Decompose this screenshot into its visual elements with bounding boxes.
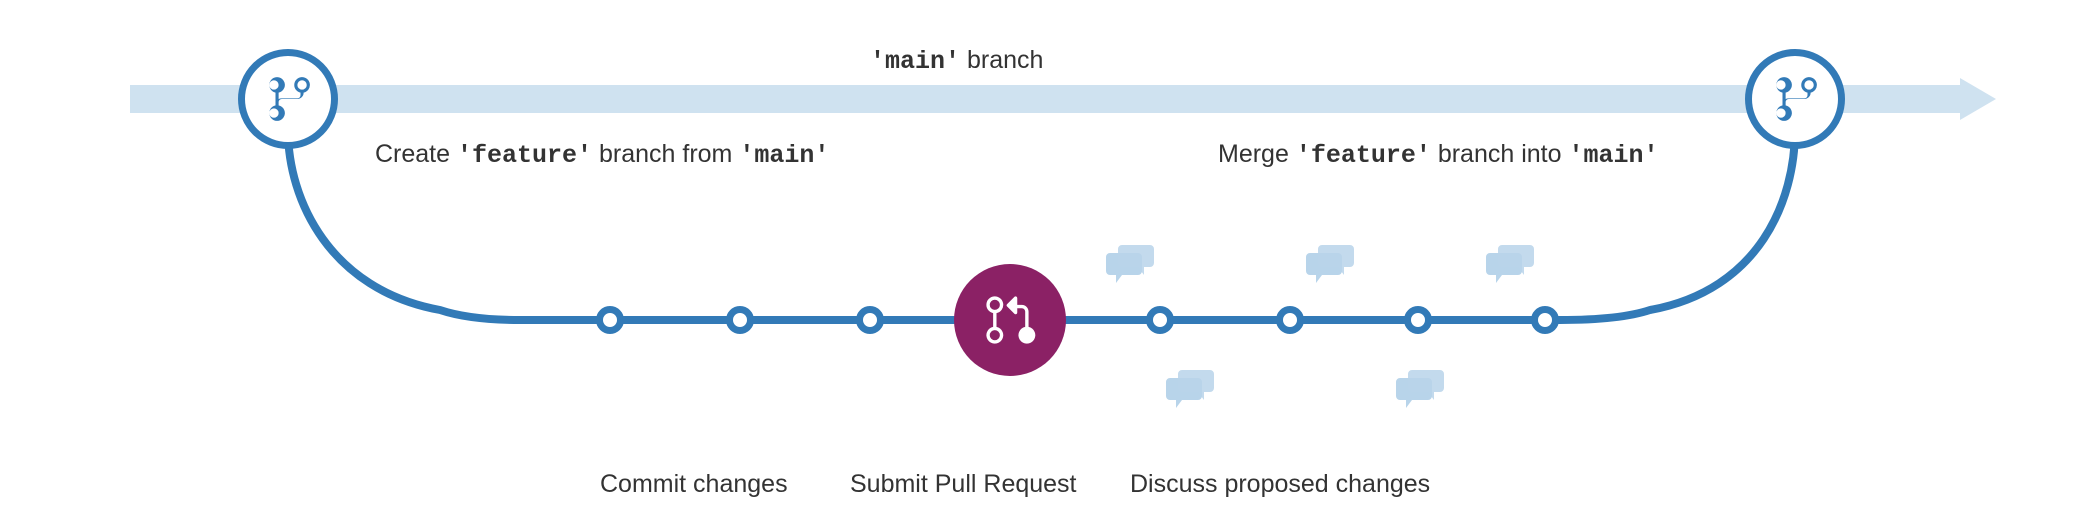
- commit-dot: [1404, 306, 1432, 334]
- chat-bubble-icon: [1300, 245, 1360, 295]
- chat-bubble-icon: [1160, 370, 1220, 420]
- chat-bubble-icon: [1100, 245, 1160, 295]
- commit-dot: [596, 306, 624, 334]
- main-branch-bar: [130, 85, 1968, 113]
- create-branch-label: Create 'feature' branch from 'main': [375, 140, 829, 170]
- pull-request-icon: [983, 290, 1037, 350]
- chat-bubble-icon: [1390, 370, 1450, 420]
- discuss-caption: Discuss proposed changes: [1130, 470, 1430, 499]
- git-branch-end-node: [1745, 49, 1845, 149]
- commit-dot: [726, 306, 754, 334]
- main-branch-arrow-icon: [1960, 78, 1996, 120]
- commit-dot: [856, 306, 884, 334]
- git-branch-icon: [263, 71, 313, 127]
- commit-dot: [1531, 306, 1559, 334]
- git-branch-icon: [1770, 71, 1820, 127]
- main-branch-label: 'main' branch: [870, 46, 1043, 76]
- chat-bubble-icon: [1480, 245, 1540, 295]
- pull-request-node: [954, 264, 1066, 376]
- commit-dot: [1276, 306, 1304, 334]
- submit-pr-caption: Submit Pull Request: [850, 470, 1077, 499]
- git-branch-start-node: [238, 49, 338, 149]
- merge-branch-label: Merge 'feature' branch into 'main': [1218, 140, 1659, 170]
- commit-dot: [1146, 306, 1174, 334]
- commit-changes-caption: Commit changes: [600, 470, 788, 499]
